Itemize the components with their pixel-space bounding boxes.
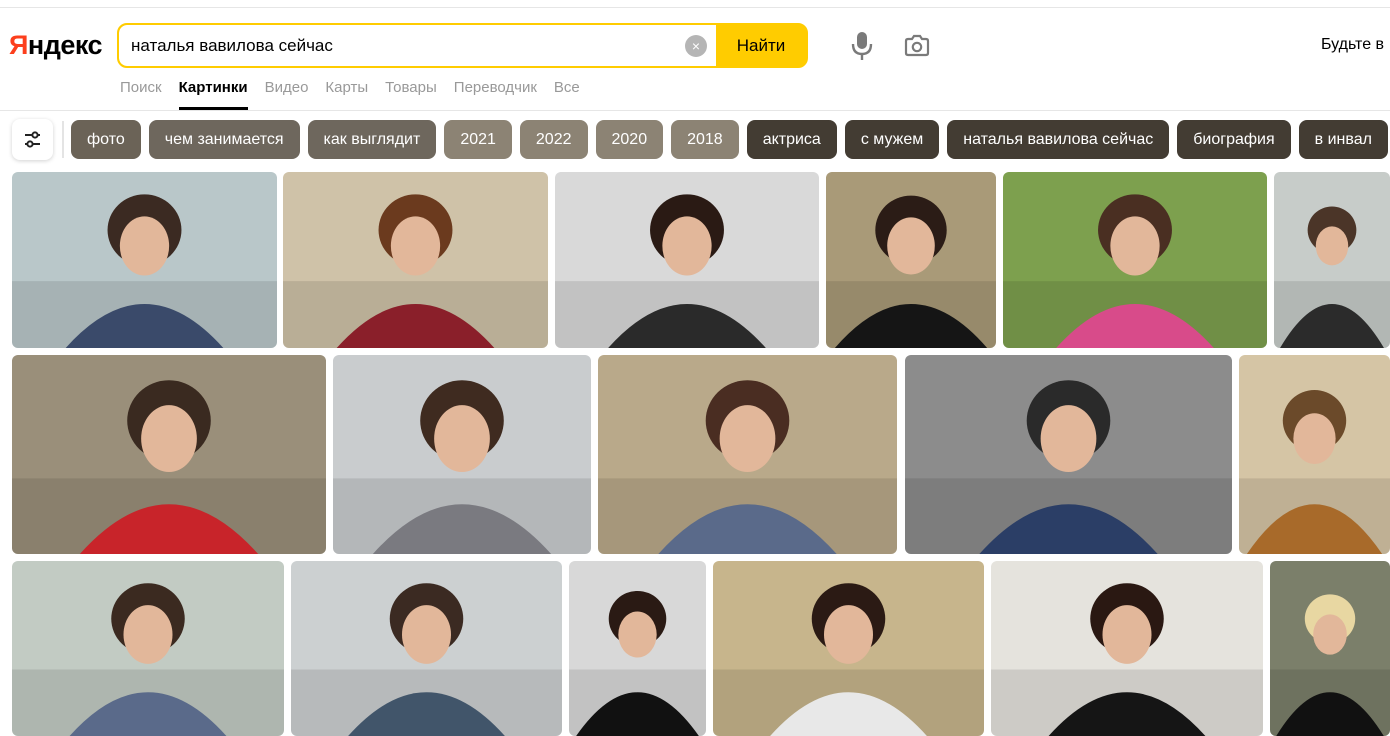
image-result[interactable]: [12, 355, 326, 554]
image-result[interactable]: [1274, 172, 1390, 348]
image-result[interactable]: [1003, 172, 1267, 348]
image-result[interactable]: [333, 355, 591, 554]
image-result[interactable]: [291, 561, 562, 736]
image-result[interactable]: [826, 172, 996, 348]
image-result[interactable]: [12, 561, 284, 736]
image-result[interactable]: [905, 355, 1232, 554]
image-results-grid: [0, 0, 1390, 736]
image-result[interactable]: [569, 561, 706, 736]
image-result[interactable]: [713, 561, 984, 736]
image-result[interactable]: [991, 561, 1263, 736]
image-result[interactable]: [1270, 561, 1390, 736]
image-result[interactable]: [1239, 355, 1390, 554]
image-result[interactable]: [12, 172, 277, 348]
image-result[interactable]: [598, 355, 897, 554]
image-result[interactable]: [283, 172, 548, 348]
image-result[interactable]: [555, 172, 819, 348]
